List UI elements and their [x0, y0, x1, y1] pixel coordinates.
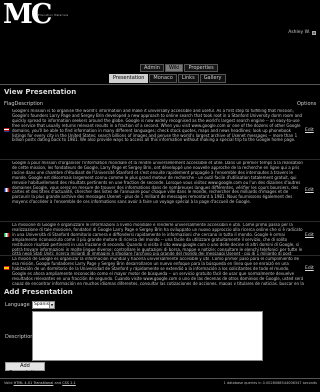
presentation-text: Google's mission is to organise the worl… [12, 109, 303, 143]
css-validator-link[interactable]: CSS 2.1 [62, 381, 76, 385]
presentation-row: Google's mission is to organise the worl… [0, 108, 320, 160]
add-presentation-title: Add Presentation [4, 288, 73, 296]
tab-links[interactable]: Links [177, 74, 199, 83]
flag-spanish-icon [4, 266, 9, 270]
footer-stats: 1 database queries in 0.0028068544006347… [223, 381, 317, 385]
footer-and: and [54, 381, 62, 385]
user-box[interactable]: Ashley W. [288, 30, 316, 35]
flag-italian-icon [4, 233, 9, 237]
tab-presentation[interactable]: Presentation [109, 74, 149, 83]
footer-validation: Valid HTML 4.01 Transitional and CSS 2.1 [4, 381, 76, 385]
header: MC Education Materials [0, 0, 320, 32]
language-label: Language [5, 302, 30, 308]
edit-link[interactable]: Edit [305, 128, 314, 133]
site-tagline: Education Materials [38, 14, 69, 17]
add-presentation-button[interactable]: Add Presentation [5, 362, 45, 376]
divider [0, 84, 320, 85]
presentation-row: Google a pour mission d'organiser l'info… [0, 160, 320, 222]
html-validator-link[interactable]: HTML 4.01 Transitional [14, 381, 54, 385]
tab-gallery[interactable]: Gallery [199, 74, 226, 83]
divider [0, 378, 320, 379]
menu-admin[interactable]: Admin [140, 64, 164, 72]
footer-valid-prefix: Valid [4, 381, 13, 385]
language-select[interactable]: Spanish ▼ [32, 301, 55, 309]
presentation-row: La misión de Google es organizar la info… [0, 256, 320, 286]
menu-properties[interactable]: Properties [184, 64, 218, 72]
column-flag-description: FlagDescription [4, 101, 43, 107]
edit-link[interactable]: Edit [305, 266, 314, 271]
presentation-row: La missione di Google è organizzare le i… [0, 222, 320, 256]
edit-link[interactable]: Edit [305, 233, 314, 238]
column-options: Options [297, 101, 317, 107]
menu-wiki[interactable]: Wiki [164, 64, 184, 72]
presentation-text: Google a pour mission d'organiser l'info… [12, 161, 303, 205]
tab-monaco[interactable]: Monaco [149, 74, 177, 83]
description-label: Description [5, 334, 34, 340]
user-label[interactable]: Ashley W. [288, 30, 310, 35]
flag-english-icon [4, 128, 9, 132]
view-presentation-title: View Presentation [4, 88, 77, 96]
chevron-down-icon[interactable]: ▼ [49, 302, 54, 308]
edit-link[interactable]: Edit [305, 188, 314, 193]
user-menu-icon[interactable] [312, 30, 316, 35]
description-textarea[interactable] [32, 311, 263, 361]
presentation-text: La misión de Google es organizar la info… [12, 257, 304, 285]
flag-french-icon [4, 188, 9, 192]
admin-menu: Admin Wiki Properties [140, 64, 218, 72]
section-tabs: Presentation Monaco Links Gallery [109, 74, 226, 83]
presentation-text: La missione di Google è organizzare le i… [12, 223, 303, 255]
